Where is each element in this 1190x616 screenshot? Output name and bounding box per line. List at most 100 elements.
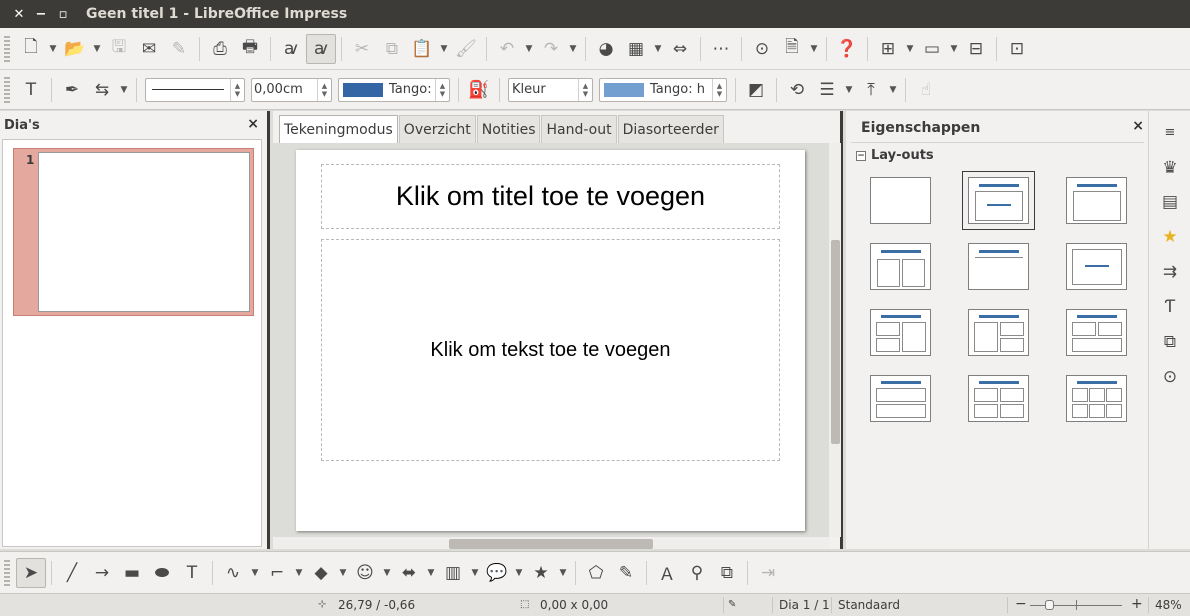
new-dropdown-icon[interactable]: ▼ xyxy=(46,34,60,64)
layout-title-2content-content[interactable] xyxy=(870,309,931,356)
area-style-select[interactable]: Kleur ▲ ▼ xyxy=(508,77,593,102)
navigator-icon[interactable]: ⊙ xyxy=(747,34,777,64)
slide-thumbnail[interactable] xyxy=(38,152,250,312)
sidebar-menu-icon[interactable]: ≡ xyxy=(1157,119,1183,145)
layout-title-2content-over[interactable] xyxy=(1066,309,1127,356)
styles-tab-icon[interactable]: Ƭ xyxy=(1157,294,1183,320)
curve-dropdown-icon[interactable]: ▼ xyxy=(248,558,262,588)
image-icon[interactable]: ⚲ xyxy=(682,558,712,588)
open-folder-icon[interactable]: 📂 xyxy=(60,34,90,64)
align-dropdown-icon[interactable]: ▼ xyxy=(842,75,856,105)
line-width-spin[interactable]: ▲ ▼ xyxy=(317,78,331,101)
curve-icon[interactable]: ∿ xyxy=(218,558,248,588)
slide-thumbnail-selected[interactable]: 1 xyxy=(13,148,254,316)
tab-handout[interactable]: Hand-out xyxy=(541,115,617,143)
auto-spellcheck-icon[interactable]: ꜹ xyxy=(306,33,336,64)
arrange-icon[interactable]: ⤒ xyxy=(856,75,886,105)
navigator-tab-icon[interactable]: ⊙ xyxy=(1157,364,1183,390)
interaction-icon[interactable]: ⇥ xyxy=(753,558,783,588)
rectangle-icon[interactable]: ▬ xyxy=(117,558,147,588)
symbol-shapes-icon[interactable]: ☺ xyxy=(350,558,380,588)
slide-transition-tab-icon[interactable]: ⇉ xyxy=(1157,259,1183,285)
gallery-tab-icon[interactable]: ⧉ xyxy=(1157,329,1183,355)
document-icon[interactable]: 🗎 xyxy=(777,34,807,64)
arrow-style-dropdown-icon[interactable]: ▼ xyxy=(117,75,131,105)
properties-tab-icon[interactable]: ♛ xyxy=(1157,155,1183,181)
spellcheck-icon[interactable]: ꜹ xyxy=(276,34,306,64)
layout-title-content[interactable] xyxy=(962,171,1035,230)
text-format-icon[interactable]: T xyxy=(16,75,46,105)
toolbar-grip[interactable] xyxy=(4,76,10,103)
tab-slide-sorter[interactable]: Diasorteerder xyxy=(617,115,724,143)
layout-centered-text[interactable] xyxy=(1066,243,1127,290)
horizontal-scrollbar-thumb[interactable] xyxy=(449,539,653,549)
tab-notes[interactable]: Notities xyxy=(476,115,541,143)
master-slides-tab-icon[interactable]: ▤ xyxy=(1157,189,1183,215)
layout-title-content-over-content[interactable] xyxy=(870,375,931,422)
redo-dropdown-icon[interactable]: ▼ xyxy=(566,34,580,64)
cut-icon[interactable]: ✂ xyxy=(347,34,377,64)
new-document-icon[interactable]: 🗋 xyxy=(16,34,46,64)
slide-layout-dropdown-icon[interactable]: ▼ xyxy=(947,34,961,64)
symbol-shapes-dropdown-icon[interactable]: ▼ xyxy=(380,558,394,588)
help-icon[interactable]: ❓ xyxy=(832,34,862,64)
connector-dropdown-icon[interactable]: ▼ xyxy=(292,558,306,588)
zoom-slider-knob[interactable] xyxy=(1045,600,1054,610)
line-style-select[interactable]: ▲ ▼ xyxy=(145,77,245,102)
points-icon[interactable]: ⬠ xyxy=(581,558,611,588)
export-pdf-icon[interactable]: ⎙ xyxy=(205,34,235,64)
zoom-in-button[interactable]: + xyxy=(1131,596,1143,612)
text-box-icon[interactable]: T xyxy=(177,558,207,588)
block-arrows-icon[interactable]: ⬌ xyxy=(394,558,424,588)
grid-icon[interactable]: ⋯ xyxy=(706,34,736,64)
slide-layout-icon[interactable]: ▭ xyxy=(917,34,947,64)
line-pen-icon[interactable]: ✒ xyxy=(57,75,87,105)
close-window-button[interactable]: ✕ xyxy=(8,0,30,28)
email-icon[interactable]: ✉ xyxy=(134,34,164,64)
properties-close-icon[interactable]: × xyxy=(1132,118,1144,134)
animation-tab-icon[interactable]: ★ xyxy=(1157,224,1183,250)
basic-shapes-icon[interactable]: ◆ xyxy=(306,558,336,588)
toolbar-grip[interactable] xyxy=(4,35,10,62)
rotate-icon[interactable]: ⟲ xyxy=(782,75,812,105)
line-style-spin[interactable]: ▲ ▼ xyxy=(230,78,244,101)
layout-title-6content[interactable] xyxy=(1066,375,1127,422)
select-arrow-icon[interactable]: ➤ xyxy=(16,557,46,588)
minimize-window-button[interactable]: − xyxy=(30,0,52,28)
fill-bucket-icon[interactable]: ⛽ xyxy=(464,75,494,105)
layout-two-content[interactable] xyxy=(870,243,931,290)
title-placeholder[interactable]: Klik om titel toe te voegen xyxy=(321,164,780,229)
ellipse-icon[interactable]: ⬬ xyxy=(147,558,177,588)
body-placeholder[interactable]: Klik om tekst toe te voegen xyxy=(321,239,780,461)
undo-icon[interactable]: ↶ xyxy=(492,34,522,64)
undo-dropdown-icon[interactable]: ▼ xyxy=(522,34,536,64)
save-icon[interactable]: 🖫 xyxy=(104,34,134,64)
line-color-select[interactable]: Tango: ▲ ▼ xyxy=(338,77,450,102)
callouts-dropdown-icon[interactable]: ▼ xyxy=(512,558,526,588)
vertical-scrollbar[interactable] xyxy=(829,143,841,537)
collapse-icon[interactable]: − xyxy=(856,150,866,161)
arrow-style-icon[interactable]: ⇆ xyxy=(87,75,117,105)
paste-icon[interactable]: 📋 xyxy=(407,34,437,64)
layout-blank[interactable] xyxy=(870,177,931,224)
clone-formatting-icon[interactable]: 🖌 xyxy=(451,34,481,64)
layout-title-content-2content[interactable] xyxy=(968,309,1029,356)
interaction-icon[interactable]: ☝ xyxy=(911,75,941,105)
print-icon[interactable]: 🖶 xyxy=(235,34,265,64)
horizontal-scrollbar[interactable] xyxy=(273,537,829,549)
table-dropdown-icon[interactable]: ▼ xyxy=(651,34,665,64)
shadow-icon[interactable]: ◩ xyxy=(741,75,771,105)
flowchart-dropdown-icon[interactable]: ▼ xyxy=(468,558,482,588)
copy-icon[interactable]: ⧉ xyxy=(377,34,407,64)
block-arrows-dropdown-icon[interactable]: ▼ xyxy=(424,558,438,588)
flowchart-icon[interactable]: ▥ xyxy=(438,558,468,588)
zoom-out-button[interactable]: − xyxy=(1015,596,1027,612)
basic-shapes-dropdown-icon[interactable]: ▼ xyxy=(336,558,350,588)
3d-objects-icon[interactable]: ⧉ xyxy=(712,558,742,588)
new-slide-dropdown-icon[interactable]: ▼ xyxy=(903,34,917,64)
callouts-icon[interactable]: 💬 xyxy=(482,558,512,588)
edit-mode-icon[interactable]: ✎ xyxy=(164,34,194,64)
toolbar-grip[interactable] xyxy=(4,559,10,586)
tab-outline[interactable]: Overzicht xyxy=(398,115,476,143)
line-icon[interactable]: ╱ xyxy=(57,558,87,588)
